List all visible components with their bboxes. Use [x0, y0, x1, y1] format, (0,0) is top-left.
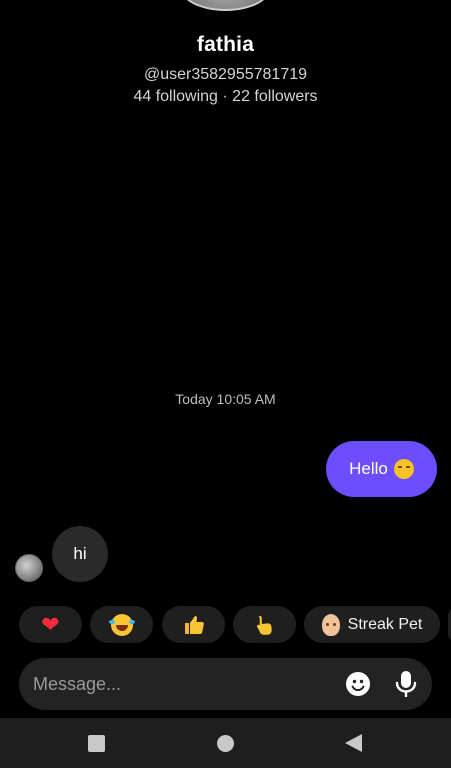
thumbs-up-reaction-button[interactable]: [162, 606, 225, 643]
hugging-face-emoji-icon: [393, 459, 414, 479]
laughing-tears-icon: [108, 613, 135, 636]
sender-avatar[interactable]: [15, 554, 43, 582]
laugh-reaction-button[interactable]: [90, 606, 153, 643]
quick-reaction-row: ❤ Streak Pet: [0, 606, 451, 643]
message-input[interactable]: [33, 658, 333, 710]
streak-pet-label: Streak Pet: [347, 615, 423, 633]
back-icon[interactable]: [345, 734, 362, 752]
received-message-bubble[interactable]: hi: [52, 526, 108, 582]
recent-apps-icon[interactable]: [88, 735, 105, 752]
heart-icon: ❤: [41, 611, 60, 637]
home-icon[interactable]: [217, 735, 234, 752]
pointing-reaction-button[interactable]: [233, 606, 296, 643]
profile-handle: @user3582955781719: [143, 66, 308, 83]
streak-pet-button[interactable]: Streak Pet: [304, 606, 440, 643]
sent-message-text: Hello: [349, 459, 388, 478]
received-message-text: hi: [73, 544, 87, 563]
heart-reaction-button[interactable]: ❤: [19, 606, 82, 643]
profile-name: fathia: [196, 33, 255, 56]
emoji-picker-icon[interactable]: [345, 671, 371, 697]
system-navigation-bar: [0, 718, 451, 768]
profile-stats: 44 following · 22 followers: [133, 88, 318, 105]
thumbs-up-icon: [184, 615, 204, 634]
sent-message-bubble[interactable]: Hello: [326, 441, 437, 497]
profile-avatar[interactable]: [180, 0, 271, 11]
message-timestamp: Today 10:05 AM: [175, 391, 276, 407]
egg-icon: [321, 613, 340, 636]
microphone-icon[interactable]: [393, 670, 419, 698]
pointing-hand-icon: [256, 615, 272, 635]
message-composer: [19, 658, 432, 710]
